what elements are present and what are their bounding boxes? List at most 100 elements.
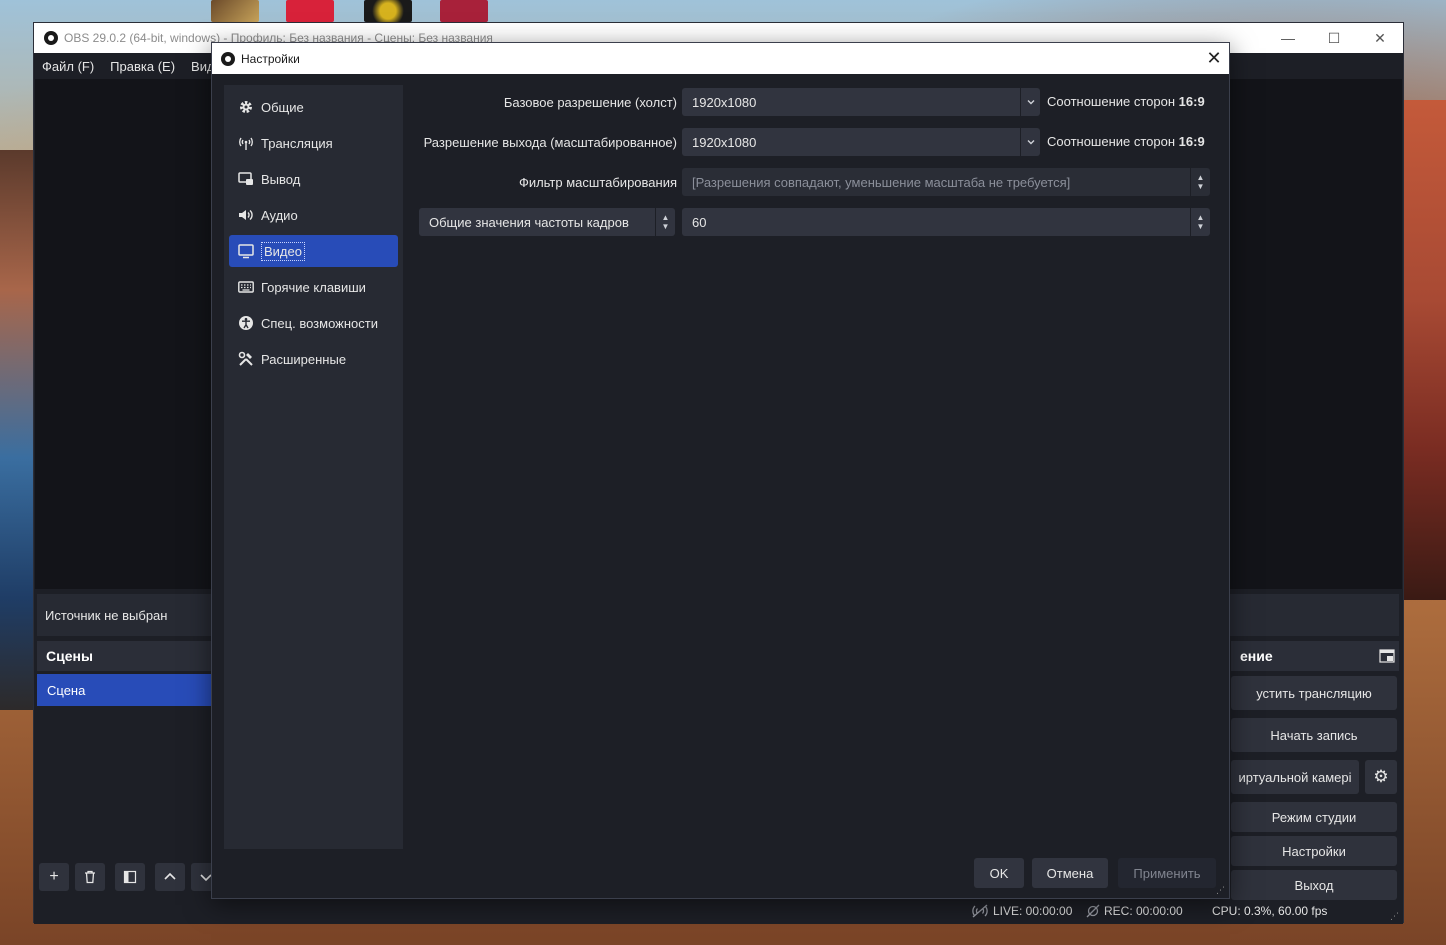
sidebar-item-label: Горячие клавиши bbox=[261, 279, 366, 295]
base-resolution-label-row: Базовое разрешение (холст) bbox=[407, 88, 677, 116]
output-aspect-prefix: Соотношение сторон bbox=[1047, 134, 1176, 149]
settings-titlebar[interactable]: Настройки ✕ bbox=[212, 43, 1229, 74]
scenes-dock-header: Сцены bbox=[37, 641, 227, 671]
scale-filter-label: Фильтр масштабирования bbox=[518, 174, 677, 190]
settings-title: Настройки bbox=[241, 51, 300, 66]
apply-label: Применить bbox=[1133, 865, 1201, 881]
gear-icon bbox=[237, 98, 255, 116]
rec-timer: REC: 00:00:00 bbox=[1104, 904, 1183, 918]
minimize-icon[interactable]: — bbox=[1265, 23, 1311, 53]
speaker-icon bbox=[237, 206, 255, 224]
virtual-camera-settings-button[interactable]: ⚙ bbox=[1365, 760, 1397, 794]
base-resolution-label: Базовое разрешение (холст) bbox=[503, 94, 677, 110]
monitor-icon bbox=[237, 242, 255, 260]
source-status-text: Источник не выбран bbox=[45, 607, 168, 623]
base-resolution-value: 1920x1080 bbox=[692, 94, 757, 110]
cancel-label: Отмена bbox=[1046, 865, 1094, 881]
settings-button[interactable]: Настройки bbox=[1231, 836, 1397, 866]
apply-button[interactable]: Применить bbox=[1118, 858, 1216, 888]
base-aspect-ratio: Соотношение сторон 16:9 bbox=[1047, 94, 1205, 109]
filter-icon bbox=[123, 870, 137, 884]
up-down-arrows-icon[interactable]: ▲ ▼ bbox=[1190, 208, 1210, 236]
rec-icon bbox=[1086, 904, 1100, 918]
settings-dialog: Настройки ✕ Общие Трансляция Вывод Аудио… bbox=[211, 42, 1230, 899]
sidebar-item-audio[interactable]: Аудио bbox=[229, 199, 398, 231]
resize-grip-icon[interactable]: ⋰ bbox=[1390, 911, 1399, 922]
sidebar-item-hotkeys[interactable]: Горячие клавиши bbox=[229, 271, 398, 303]
obs-logo-icon bbox=[221, 51, 235, 66]
sidebar-item-video[interactable]: Видео bbox=[229, 235, 398, 267]
obs-logo-icon bbox=[44, 31, 58, 45]
sidebar-item-label: Расширенные bbox=[261, 351, 347, 367]
base-aspect-value: 16:9 bbox=[1178, 94, 1205, 109]
trash-icon bbox=[85, 870, 95, 884]
output-resolution-combo[interactable]: 1920x1080 bbox=[682, 128, 1040, 156]
sidebar-item-label: Видео bbox=[261, 241, 305, 261]
start-stream-button[interactable]: устить трансляцию bbox=[1231, 676, 1397, 710]
remove-scene-button[interactable] bbox=[75, 863, 105, 891]
cpu-status: CPU: 0.3%, 60.00 fps bbox=[1212, 904, 1327, 918]
exit-button[interactable]: Выход bbox=[1231, 870, 1397, 900]
output-aspect-value: 16:9 bbox=[1178, 134, 1205, 149]
sidebar-item-label: Вывод bbox=[261, 171, 301, 187]
undock-icon[interactable] bbox=[1379, 648, 1395, 667]
chevron-up-icon bbox=[164, 872, 176, 880]
sidebar-item-stream[interactable]: Трансляция bbox=[229, 127, 398, 159]
sidebar-item-accessibility[interactable]: Спец. возможности bbox=[229, 307, 398, 339]
cpu-fps-readout: CPU: 0.3%, 60.00 fps bbox=[1212, 904, 1328, 918]
fps-value: 60 bbox=[692, 214, 707, 230]
fps-value-combo[interactable]: 60 ▲ ▼ bbox=[682, 208, 1210, 236]
live-status: LIVE: 00:00:00 bbox=[971, 904, 1072, 918]
start-record-button[interactable]: Начать запись bbox=[1231, 718, 1397, 752]
ok-label: OK bbox=[989, 865, 1009, 881]
chevron-down-icon[interactable] bbox=[1020, 88, 1040, 116]
studio-mode-label: Режим студии bbox=[1271, 809, 1357, 825]
up-down-arrows-icon[interactable]: ▲ ▼ bbox=[655, 208, 675, 236]
desktop-game-thumbnail[interactable] bbox=[286, 0, 334, 22]
window-controls: — ☐ ✕ bbox=[1265, 23, 1403, 53]
controls-dock-title: ение bbox=[1240, 648, 1273, 664]
studio-mode-button[interactable]: Режим студии bbox=[1231, 802, 1397, 832]
menu-file[interactable]: Файл (F) bbox=[42, 59, 94, 74]
sidebar-item-general[interactable]: Общие bbox=[229, 91, 398, 123]
scene-list-item[interactable]: Сцена bbox=[37, 674, 227, 706]
output-resolution-value: 1920x1080 bbox=[692, 134, 757, 150]
sidebar-item-label: Спец. возможности bbox=[261, 315, 378, 331]
menu-edit[interactable]: Правка (E) bbox=[110, 59, 175, 74]
close-icon[interactable]: ✕ bbox=[1357, 23, 1403, 53]
controls-dock-header: ение bbox=[1231, 641, 1399, 671]
scenes-toolbar: + bbox=[39, 863, 221, 891]
live-timer: LIVE: 00:00:00 bbox=[993, 904, 1073, 918]
up-down-arrows-icon: ▲ ▼ bbox=[1190, 168, 1210, 196]
add-scene-button[interactable]: + bbox=[39, 863, 69, 891]
cancel-button[interactable]: Отмена bbox=[1032, 858, 1108, 888]
scale-filter-value: [Разрешения совпадают, уменьшение масшта… bbox=[692, 174, 1071, 190]
maximize-icon[interactable]: ☐ bbox=[1311, 23, 1357, 53]
chevron-down-icon[interactable] bbox=[1020, 128, 1040, 156]
desktop-game-thumbnail[interactable] bbox=[440, 0, 488, 22]
ok-button[interactable]: OK bbox=[974, 858, 1024, 888]
sidebar-item-output[interactable]: Вывод bbox=[229, 163, 398, 195]
sidebar-item-label: Аудио bbox=[261, 207, 298, 223]
fps-type-combo[interactable]: Общие значения частоты кадров ▲ ▼ bbox=[419, 208, 675, 236]
output-resolution-label-row: Разрешение выхода (масштабированное) bbox=[407, 128, 677, 156]
scene-filters-button[interactable] bbox=[115, 863, 145, 891]
sidebar-item-label: Трансляция bbox=[261, 135, 333, 151]
output-aspect-ratio: Соотношение сторон 16:9 bbox=[1047, 134, 1205, 149]
desktop-game-thumbnail[interactable] bbox=[211, 0, 259, 22]
close-icon[interactable]: ✕ bbox=[1199, 43, 1229, 74]
sidebar-item-advanced[interactable]: Расширенные bbox=[229, 343, 398, 375]
tools-icon bbox=[237, 350, 255, 368]
rec-status: REC: 00:00:00 bbox=[1086, 904, 1183, 918]
base-resolution-combo[interactable]: 1920x1080 bbox=[682, 88, 1040, 116]
desktop-game-thumbnail[interactable] bbox=[364, 0, 412, 22]
move-scene-up-button[interactable] bbox=[155, 863, 185, 891]
virtual-camera-button[interactable]: иртуальной камері bbox=[1231, 760, 1359, 794]
start-record-label: Начать запись bbox=[1270, 727, 1358, 743]
sidebar-item-label: Общие bbox=[261, 99, 304, 115]
live-signal-icon bbox=[972, 904, 988, 918]
base-aspect-prefix: Соотношение сторон bbox=[1047, 94, 1176, 109]
output-resolution-label: Разрешение выхода (масштабированное) bbox=[423, 134, 677, 150]
resize-grip-icon[interactable]: ⋰ bbox=[1216, 885, 1225, 896]
virtual-camera-label: иртуальной камері bbox=[1238, 769, 1352, 785]
